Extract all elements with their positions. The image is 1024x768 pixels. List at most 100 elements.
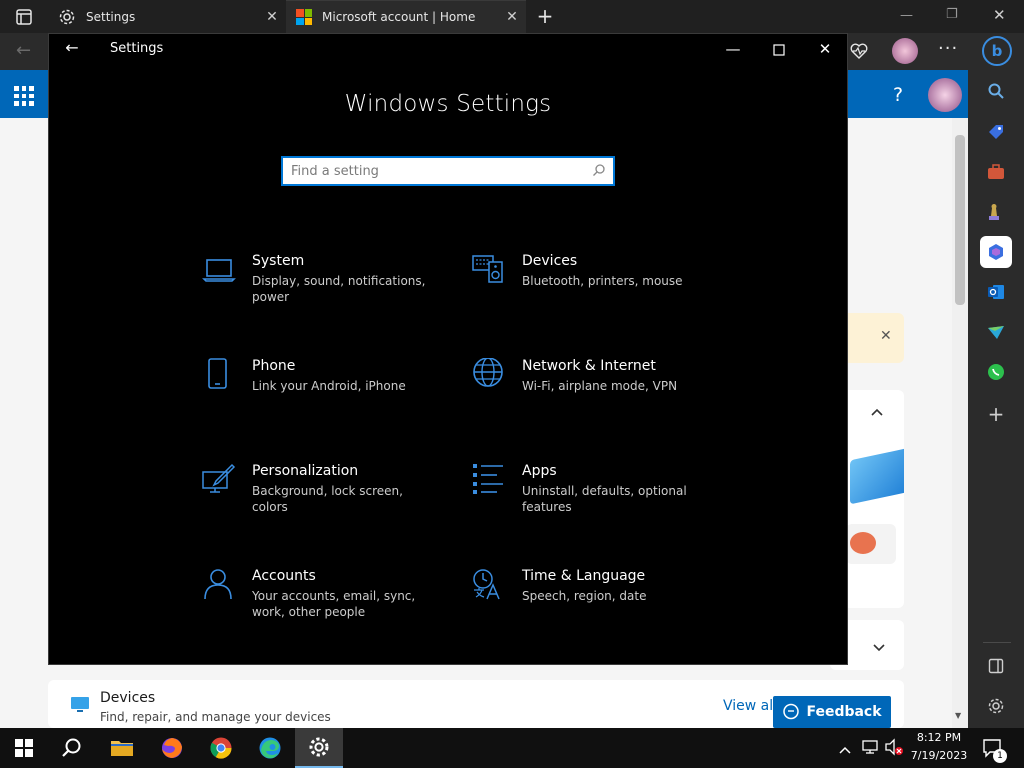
- profile-avatar[interactable]: [892, 38, 918, 64]
- volume-muted-icon[interactable]: [884, 738, 904, 756]
- add-icon[interactable]: +: [980, 398, 1012, 430]
- gear-icon: [58, 8, 76, 26]
- gear-icon: [309, 737, 329, 757]
- start-button[interactable]: [0, 728, 48, 768]
- edge-icon: [259, 737, 281, 759]
- person-icon: [202, 568, 236, 602]
- taskbar-settings[interactable]: [295, 728, 343, 768]
- firefox-icon: [162, 738, 182, 758]
- outlook-icon[interactable]: [980, 276, 1012, 308]
- chat-bubble-icon: [782, 703, 800, 721]
- search-icon[interactable]: [592, 163, 608, 179]
- page-title: Windows Settings: [344, 91, 552, 117]
- chevron-down-icon: [872, 638, 888, 652]
- new-tab-icon[interactable]: +: [534, 4, 556, 28]
- settings-window: [48, 33, 848, 665]
- dismiss-icon[interactable]: ✕: [880, 328, 896, 344]
- devices-card-title: Devices: [100, 690, 156, 706]
- browser-close-icon[interactable]: ✕: [993, 6, 1011, 24]
- chevron-up-icon[interactable]: [870, 406, 886, 420]
- illustration-image: [850, 447, 904, 505]
- split-icon[interactable]: [980, 650, 1012, 682]
- tag-icon[interactable]: [980, 116, 1012, 148]
- category-title: Devices: [522, 253, 578, 269]
- category-system[interactable]: System Display, sound, notifications, po…: [202, 253, 442, 323]
- chevron-up-icon[interactable]: [838, 740, 854, 754]
- microsoft-logo-icon: [296, 9, 312, 25]
- browser-restore-icon[interactable]: ❐: [946, 7, 964, 22]
- view-all-link[interactable]: View all: [723, 698, 777, 714]
- chess-icon[interactable]: [980, 196, 1012, 228]
- maximize-button[interactable]: [767, 38, 791, 62]
- whatsapp-icon[interactable]: [980, 356, 1012, 388]
- clock-date[interactable]: 7/19/2023: [908, 749, 970, 762]
- more-options-icon[interactable]: ···: [938, 38, 962, 59]
- devices-card-desc: Find, repair, and manage your devices: [100, 710, 331, 724]
- briefcase-icon[interactable]: [980, 156, 1012, 188]
- category-desc: Wi-Fi, airplane mode, VPN: [522, 379, 678, 393]
- monitor-icon: [70, 696, 90, 714]
- tab-label: Settings: [86, 9, 136, 24]
- category-desc: Speech, region, date: [522, 589, 647, 603]
- close-button[interactable]: ✕: [813, 38, 837, 62]
- close-tab-icon[interactable]: ✕: [498, 9, 526, 25]
- time-language-icon: [472, 568, 506, 602]
- category-network-internet[interactable]: Network & Internet Wi-Fi, airplane mode,…: [472, 357, 712, 428]
- apps-list-icon: [472, 463, 506, 497]
- category-desc: Bluetooth, printers, mouse: [522, 274, 683, 288]
- search-icon[interactable]: [980, 75, 1012, 107]
- minimize-button[interactable]: —: [721, 38, 745, 62]
- network-icon[interactable]: [862, 738, 880, 756]
- clock-time[interactable]: 8:12 PM: [908, 731, 970, 744]
- category-devices[interactable]: Devices Bluetooth, printers, mouse: [472, 253, 712, 323]
- heart-pulse-icon[interactable]: [848, 40, 870, 62]
- feedback-label: Feedback: [806, 704, 882, 720]
- drop-icon[interactable]: [980, 316, 1012, 348]
- taskbar-search-button[interactable]: [48, 728, 96, 768]
- category-desc: Display, sound, notifications, power: [252, 274, 426, 304]
- help-icon[interactable]: ?: [888, 84, 908, 106]
- search-box[interactable]: [281, 156, 615, 186]
- category-apps[interactable]: Apps Uninstall, defaults, optional featu…: [472, 463, 712, 533]
- folder-icon: [111, 741, 133, 756]
- close-tab-icon[interactable]: ✕: [258, 9, 286, 25]
- taskbar-edge[interactable]: [246, 728, 294, 768]
- taskbar-firefox[interactable]: [148, 728, 196, 768]
- category-personalization[interactable]: Personalization Background, lock screen,…: [202, 463, 442, 533]
- tab-microsoft-account[interactable]: Microsoft account | Home ✕: [286, 0, 526, 33]
- scroll-down-icon[interactable]: ▼: [955, 711, 965, 720]
- category-title: Network & Internet: [522, 358, 656, 374]
- browser-minimize-icon[interactable]: —: [900, 8, 918, 23]
- search-input[interactable]: [283, 158, 583, 184]
- category-desc: Background, lock screen, colors: [252, 484, 403, 514]
- category-desc: Uninstall, defaults, optional features: [522, 484, 687, 514]
- gear-icon[interactable]: [980, 690, 1012, 722]
- category-title: Personalization: [252, 463, 359, 479]
- scrollbar-thumb[interactable]: [955, 135, 965, 305]
- account-avatar[interactable]: [928, 78, 962, 112]
- paint-brush-icon: [202, 463, 236, 497]
- category-time-language[interactable]: Time & Language Speech, region, date: [472, 568, 712, 638]
- category-title: Time & Language: [522, 568, 646, 584]
- taskbar-chrome[interactable]: [197, 728, 245, 768]
- tab-settings[interactable]: Settings ✕: [48, 0, 286, 33]
- category-desc: Link your Android, iPhone: [252, 379, 406, 393]
- copilot-icon[interactable]: [980, 236, 1012, 268]
- category-title: Accounts: [252, 568, 316, 584]
- feedback-button[interactable]: Feedback: [773, 696, 891, 728]
- phone-icon: [202, 358, 236, 392]
- illustration-image: [850, 532, 876, 554]
- category-accounts[interactable]: Accounts Your accounts, email, sync, wor…: [202, 568, 442, 638]
- back-arrow-icon[interactable]: ←: [60, 38, 84, 62]
- category-title: System: [252, 253, 305, 269]
- browser-back-icon[interactable]: ←: [16, 40, 40, 61]
- tab-actions-icon[interactable]: [14, 7, 34, 27]
- notification-count-badge: 1: [993, 749, 1007, 763]
- windows-logo-icon: [15, 739, 33, 757]
- globe-icon: [472, 357, 506, 392]
- app-launcher-icon[interactable]: [14, 86, 34, 106]
- bing-copilot-icon[interactable]: b: [982, 36, 1012, 66]
- category-phone[interactable]: Phone Link your Android, iPhone: [202, 358, 442, 428]
- taskbar-file-explorer[interactable]: [98, 728, 146, 768]
- tab-label: Microsoft account | Home: [322, 10, 476, 24]
